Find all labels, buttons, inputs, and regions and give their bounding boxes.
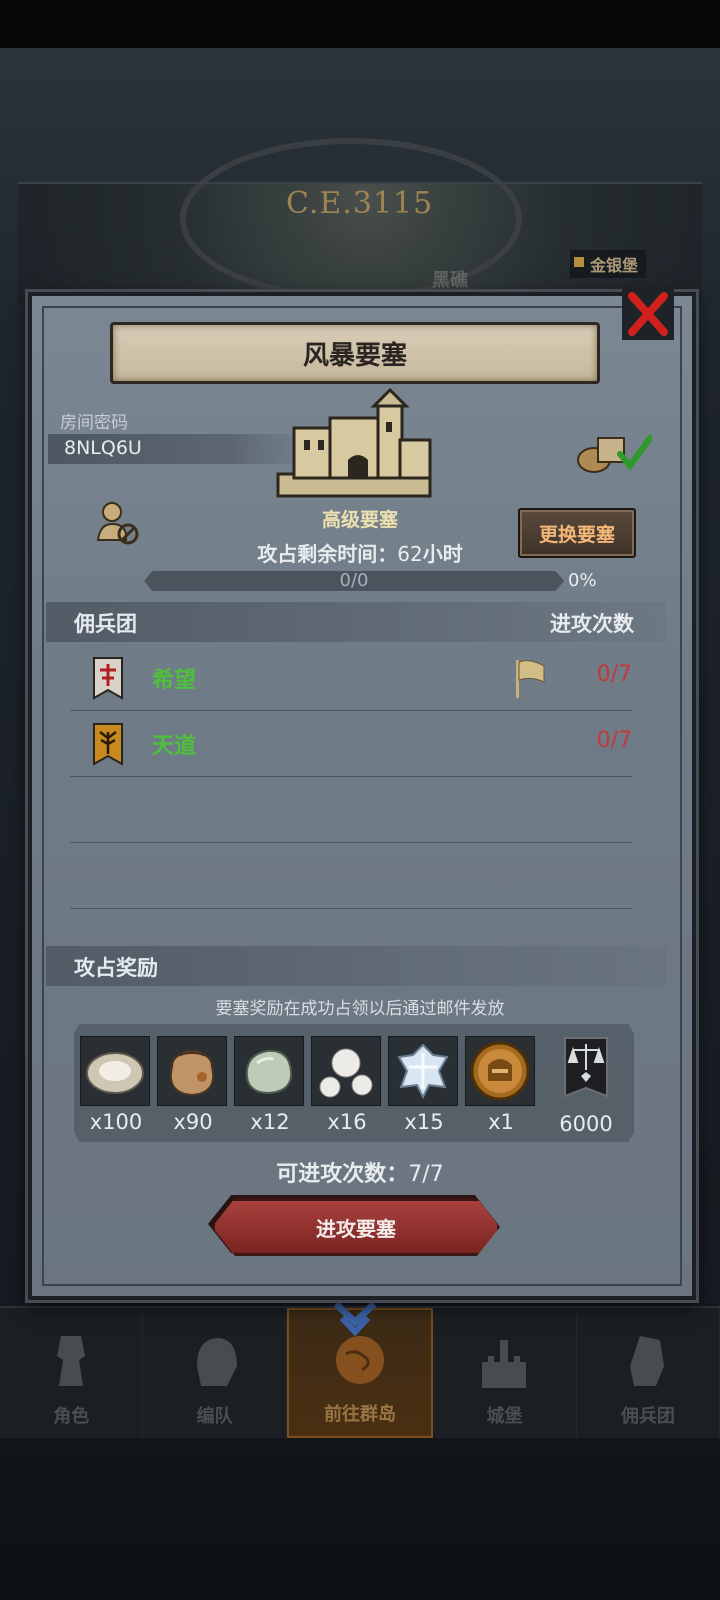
nav-item-label: 佣兵团 xyxy=(620,1406,675,1427)
change-fort-label: 更换要塞 xyxy=(538,523,615,546)
attack-fort-label: 进攻要塞 xyxy=(316,1216,396,1241)
empty-row xyxy=(70,842,632,909)
nav-item-character[interactable]: 角色 xyxy=(0,1308,144,1438)
reward-item[interactable]: x100 xyxy=(80,1036,152,1134)
attack-fort-button[interactable]: 进攻要塞 xyxy=(212,1198,500,1256)
crystal-icon xyxy=(397,1043,449,1100)
mercenary-row[interactable]: 天道 0/7 xyxy=(70,710,632,777)
castle-icon xyxy=(276,388,432,498)
nav-item-label: 角色 xyxy=(53,1406,90,1427)
attack-count-header-label: 进攻次数 xyxy=(550,612,634,636)
reward-section-title: 攻占奖励 xyxy=(74,956,158,980)
reward-item[interactable]: x12 xyxy=(234,1036,306,1134)
room-code-value: 8NLQ6U xyxy=(64,437,142,459)
attack-count: 0/7 xyxy=(596,728,632,753)
reward-note: 要塞奖励在成功占领以后通过邮件发放 xyxy=(215,999,505,1019)
fort-tag: 金银堡 xyxy=(570,250,647,278)
no-person-icon[interactable] xyxy=(96,500,140,546)
flag-icon xyxy=(516,660,545,698)
nav-item-label: 编队 xyxy=(196,1406,233,1427)
mercenary-icon xyxy=(629,1336,664,1386)
close-icon[interactable] xyxy=(622,288,674,340)
progress-percent: 0% xyxy=(568,570,597,591)
change-fort-button[interactable]: 更换要塞 xyxy=(518,508,636,558)
dialog-title-banner: 风暴要塞 xyxy=(110,322,600,384)
red-banner-icon xyxy=(93,657,123,700)
reward-item[interactable]: x15 xyxy=(388,1036,460,1134)
reward-qty: x16 xyxy=(327,1110,367,1134)
progress-text: 0/0 xyxy=(339,570,369,591)
mercenary-section-header: 佣兵团 进攻次数 xyxy=(46,602,666,642)
mercenary-header-label: 佣兵团 xyxy=(74,612,137,636)
attacks-left: 可进攻次数：7/7 xyxy=(276,1162,444,1187)
reward-section-header: 攻占奖励 xyxy=(46,946,666,986)
reward-qty: x90 xyxy=(173,1110,213,1134)
reward-item[interactable]: x16 xyxy=(311,1036,383,1134)
year-label: C.E.3115 xyxy=(286,186,434,221)
reward-item[interactable]: 6000 xyxy=(550,1036,622,1136)
reward-item[interactable]: x90 xyxy=(157,1036,229,1134)
map-location-label: 黑礁 xyxy=(432,270,468,291)
reward-item[interactable]: x1 xyxy=(465,1036,537,1134)
reward-qty: x12 xyxy=(250,1110,290,1134)
reward-qty: x100 xyxy=(89,1110,143,1134)
helmet-icon xyxy=(196,1338,237,1386)
status-bar-area xyxy=(0,0,720,48)
dialog-title: 风暴要塞 xyxy=(302,340,407,371)
room-code-label: 房间密码 xyxy=(60,413,128,433)
helmet-medal-icon xyxy=(470,1041,530,1101)
empty-row xyxy=(70,776,632,843)
jade-stone-icon xyxy=(245,1049,293,1095)
castle-icon xyxy=(482,1340,527,1388)
reward-qty: 6000 xyxy=(559,1112,613,1136)
mercenary-name: 天道 xyxy=(152,734,197,759)
mercenary-row[interactable]: 希望 0/7 xyxy=(70,644,632,711)
oyster-icon xyxy=(86,1052,144,1094)
justice-banner-icon xyxy=(564,1037,608,1098)
knight-icon xyxy=(57,1336,86,1386)
pearls-icon xyxy=(319,1048,373,1098)
nav-item-castle[interactable]: 城堡 xyxy=(433,1308,577,1438)
reward-qty: x1 xyxy=(488,1110,514,1134)
reward-bags-check-icon[interactable] xyxy=(574,430,652,474)
nav-item-label: 前往群岛 xyxy=(324,1404,397,1425)
sack-icon xyxy=(170,1049,214,1097)
nav-item-mercenary[interactable]: 佣兵团 xyxy=(577,1308,720,1438)
attack-count: 0/7 xyxy=(596,662,632,687)
reward-qty: x15 xyxy=(404,1110,444,1134)
chevron-down-icon xyxy=(333,1301,377,1337)
nav-item-label: 城堡 xyxy=(486,1406,523,1427)
mercenary-name: 希望 xyxy=(152,668,197,693)
nav-item-formation[interactable]: 编队 xyxy=(143,1308,287,1438)
gold-tree-banner-icon xyxy=(93,723,123,766)
